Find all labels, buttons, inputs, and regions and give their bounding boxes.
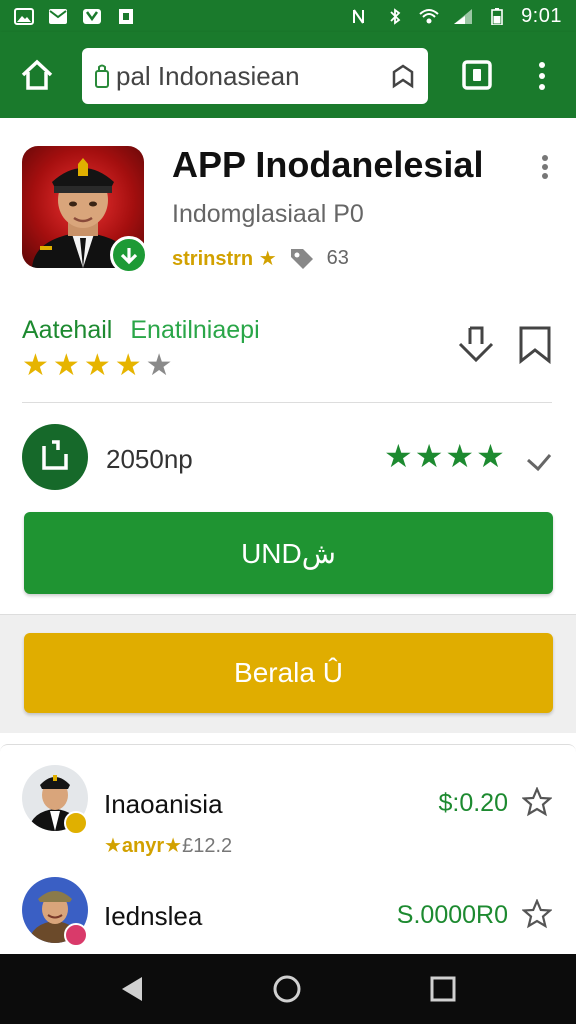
- item-price: $:0.20: [438, 789, 508, 817]
- check-icon: [120, 248, 138, 265]
- list-item[interactable]: Iednslea S.0000R0: [0, 867, 576, 967]
- shield-notification-icon: [83, 8, 101, 24]
- star-icon: ★: [258, 248, 277, 270]
- recents-icon[interactable]: [428, 974, 458, 1004]
- star-icon: ★: [22, 349, 49, 382]
- item-name: Inaoanisia: [104, 789, 223, 819]
- overflow-menu-icon[interactable]: [532, 60, 552, 92]
- installs-count: 2050np: [106, 444, 193, 474]
- list-item[interactable]: Inaoanisia ★anyr★£12.2 $:0.20: [0, 755, 576, 858]
- checkmark-icon: [526, 454, 552, 472]
- app-developer[interactable]: Indomglasiaal P0: [172, 200, 364, 229]
- gallery-notification-icon: [14, 7, 34, 25]
- star-icon: ★: [445, 438, 475, 474]
- bookmark-icon[interactable]: [390, 63, 416, 89]
- star-icon: ★: [52, 349, 80, 382]
- bluetooth-icon: [390, 7, 401, 25]
- wifi-icon: [419, 8, 439, 23]
- item-subtitle: ★anyr★£12.2: [104, 833, 232, 858]
- more-options-icon[interactable]: [538, 154, 552, 180]
- address-bar[interactable]: pal Indonasiean: [82, 48, 428, 104]
- item-name: Iednslea: [104, 901, 203, 931]
- buy-button[interactable]: Berala Û: [24, 633, 553, 713]
- status-bar: 9:01: [0, 0, 576, 32]
- signal-icon: [454, 8, 473, 24]
- app-title: APP Inodanelesial: [172, 144, 484, 185]
- size-text: 63: [326, 247, 349, 269]
- item-rating-value: £12.2: [182, 835, 233, 857]
- tabs-icon[interactable]: [462, 60, 492, 90]
- share-button[interactable]: [22, 424, 88, 490]
- star-outline-icon[interactable]: [522, 787, 552, 817]
- share-icon: [42, 440, 68, 470]
- star-icon: ★: [114, 349, 142, 382]
- star-outline-icon[interactable]: [522, 899, 552, 929]
- tag-icon: [290, 248, 313, 269]
- app-details-card: APP Inodanelesial Indomglasiaal P0 strin…: [0, 118, 576, 614]
- green-star-rating: ★ ★ ★ ★: [384, 440, 505, 472]
- mail-notification-icon: [49, 8, 67, 24]
- purchase-strip: Berala Û: [0, 614, 576, 733]
- download-icon[interactable]: [456, 324, 496, 364]
- clock: 9:01: [521, 4, 562, 27]
- star-icon: ★: [384, 438, 413, 474]
- app-meta-row: strinstrn ★ 63: [172, 246, 349, 271]
- home-circle-icon[interactable]: [272, 974, 302, 1004]
- star-rating: ★ ★ ★ ★ ★: [22, 351, 260, 381]
- wishlist-icon[interactable]: [516, 324, 554, 364]
- lock-icon: [95, 64, 109, 88]
- related-apps-list: Inaoanisia ★anyr★£12.2 $:0.20 Iednslea S…: [0, 744, 576, 955]
- url-text: pal Indonasiean: [116, 60, 300, 91]
- nfc-icon: [353, 8, 365, 24]
- back-icon[interactable]: [118, 974, 148, 1004]
- star-icon: ★: [83, 349, 111, 382]
- doc-notification-icon: [119, 8, 133, 24]
- avatar-badge: [64, 923, 88, 947]
- install-button[interactable]: UNDش: [24, 512, 553, 594]
- rating-section: Aatehail Enatilniaepi ★ ★ ★ ★ ★: [22, 316, 260, 381]
- section-label: Aatehail: [22, 316, 113, 344]
- divider: [22, 402, 552, 403]
- avatar-badge: [64, 811, 88, 835]
- section-sublabel: Enatilniaepi: [130, 316, 260, 344]
- item-rating: ★anyr★: [104, 835, 183, 857]
- item-price: S.0000R0: [396, 901, 508, 929]
- verified-badge: [110, 236, 148, 274]
- system-navigation-bar: [0, 954, 576, 1024]
- star-icon: ★: [414, 438, 444, 474]
- star-empty-icon: ★: [145, 349, 173, 382]
- rating-label: strinstrn: [172, 248, 254, 270]
- star-icon: ★: [476, 438, 505, 474]
- rating-text: strinstrn ★: [172, 246, 277, 271]
- browser-toolbar: pal Indonasiean: [0, 32, 576, 118]
- home-icon[interactable]: [20, 58, 54, 92]
- battery-icon: [491, 7, 503, 25]
